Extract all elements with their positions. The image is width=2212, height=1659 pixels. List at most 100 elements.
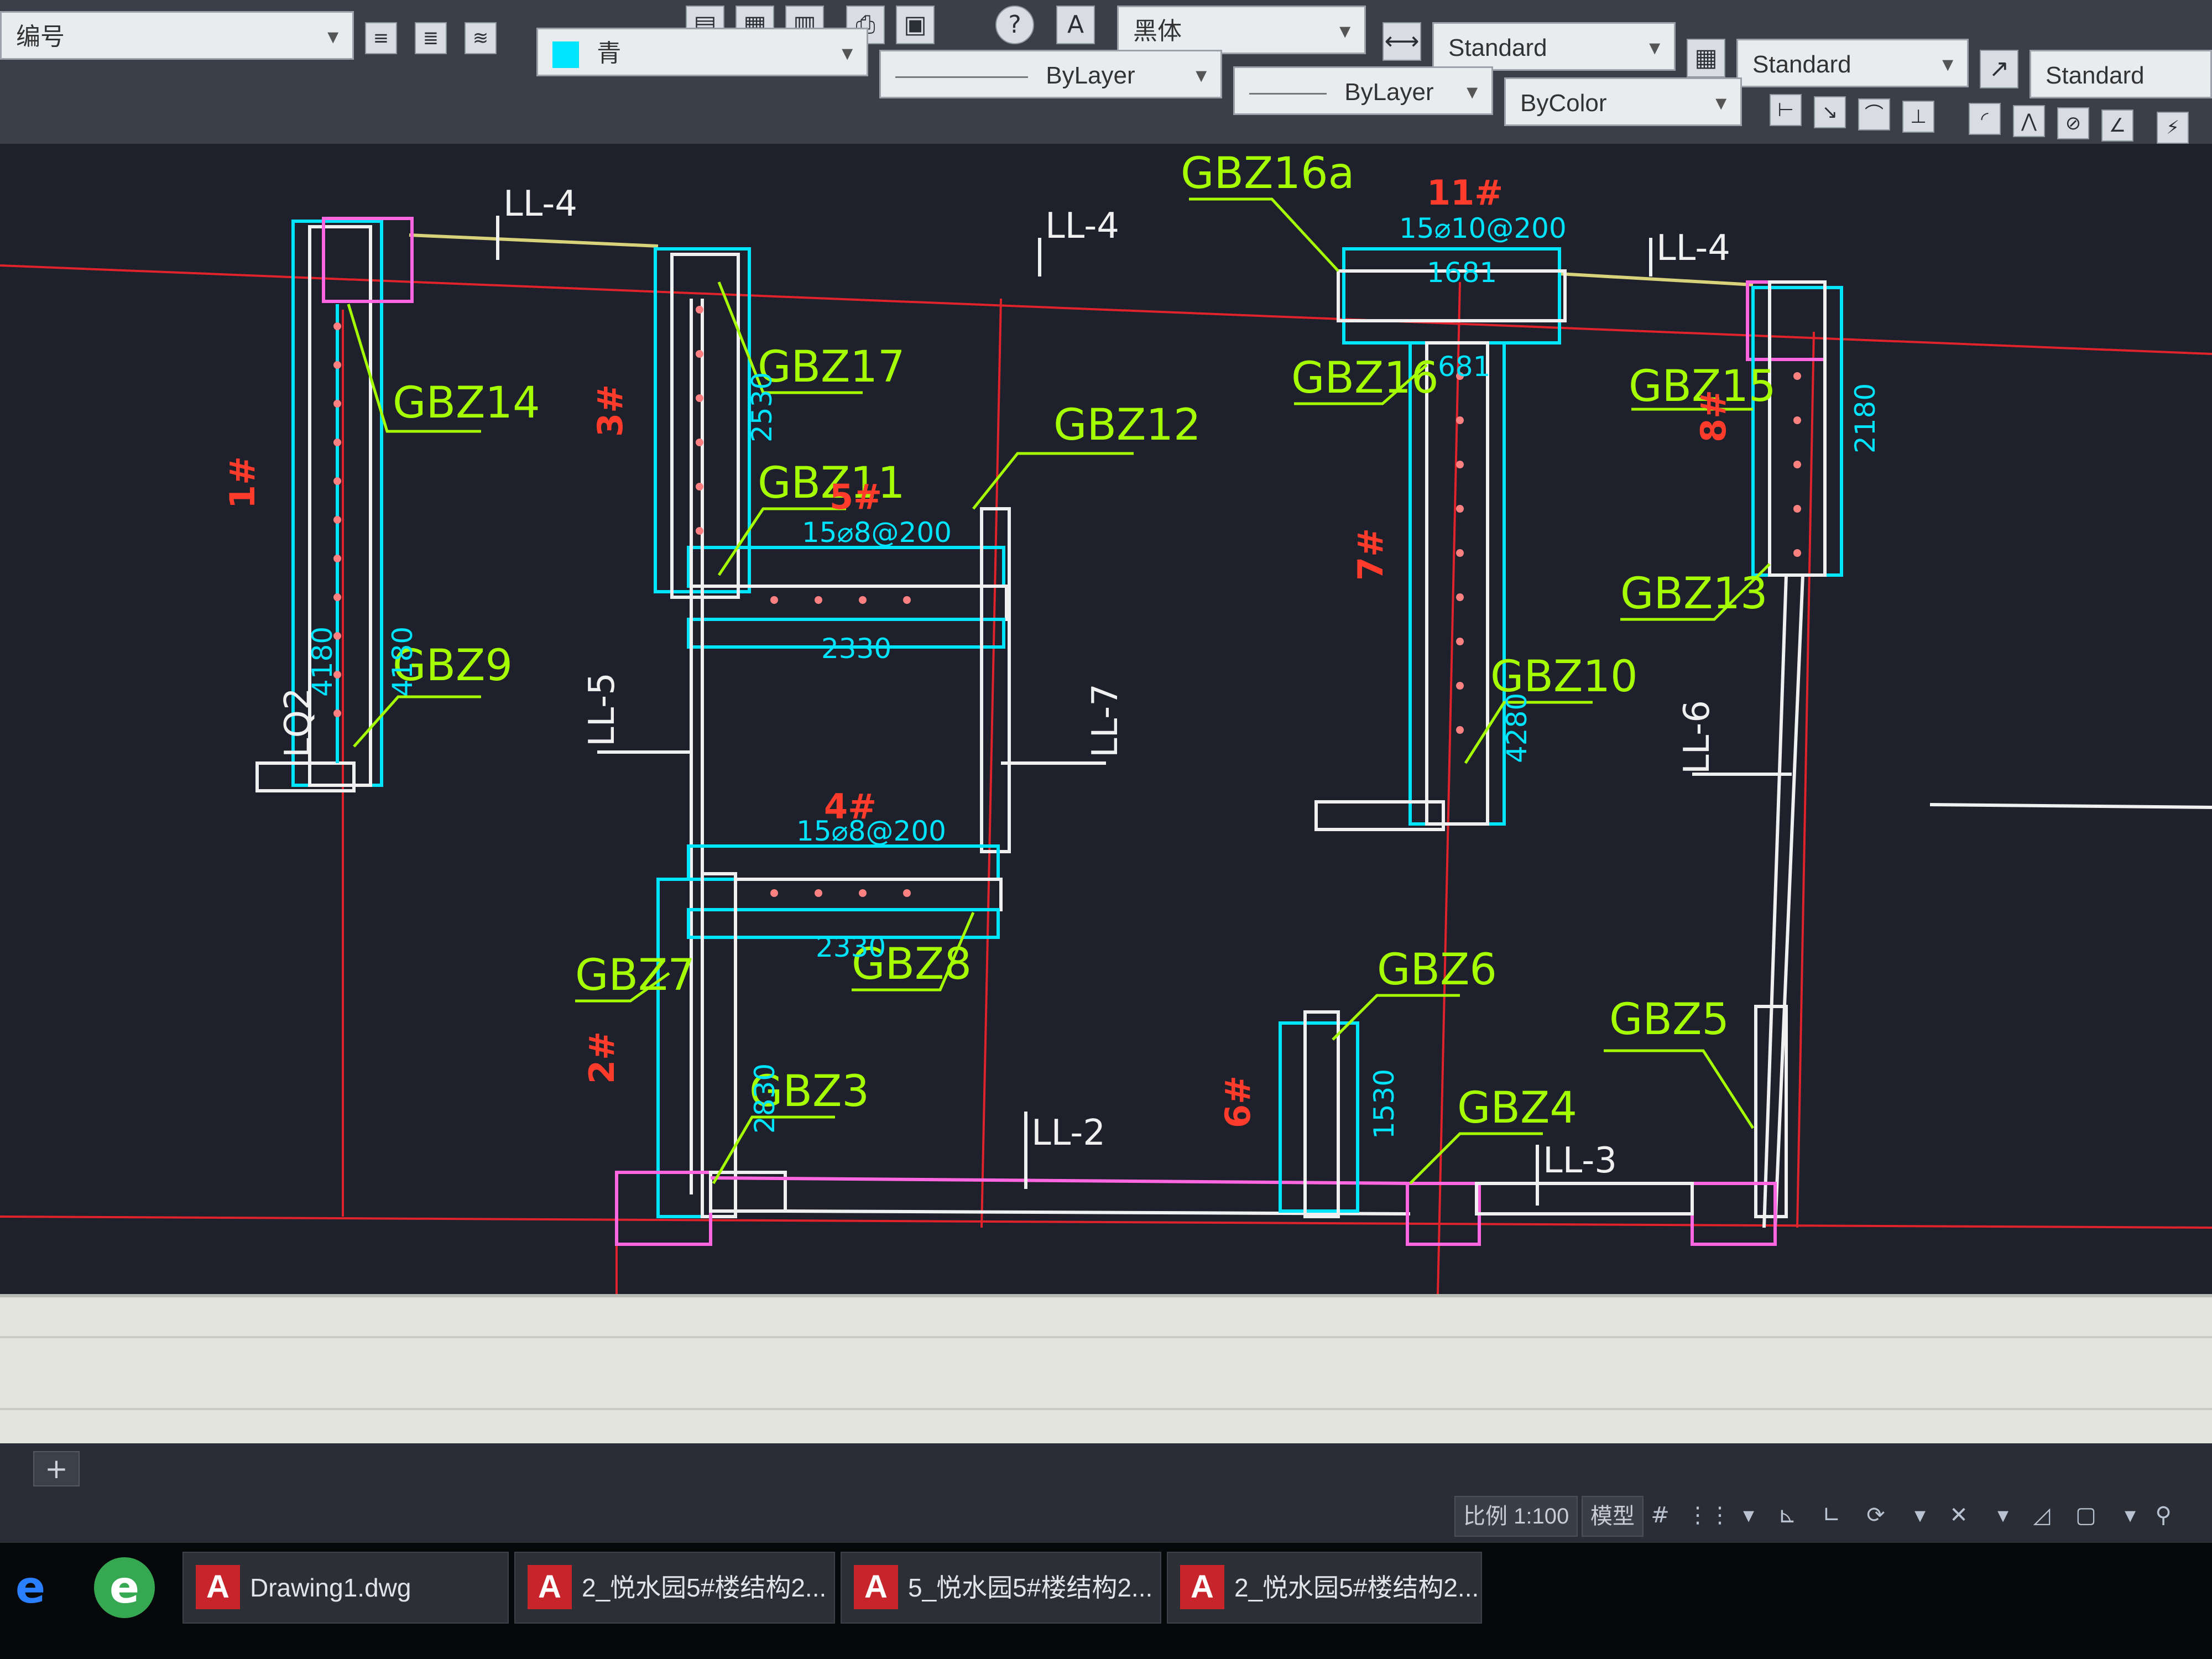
dim-quick-icon[interactable]: ⚡ xyxy=(2157,112,2189,144)
chevron-down-icon[interactable]: ▾ xyxy=(1985,1496,2021,1535)
wall-line xyxy=(1762,575,1788,1228)
grid-icon[interactable]: # xyxy=(1642,1496,1678,1535)
add-layout-tab-button[interactable]: + xyxy=(33,1451,80,1486)
dim-jogged-icon[interactable]: ⋀ xyxy=(2013,105,2045,137)
rebar-annotation: 2830 xyxy=(749,1063,781,1134)
rebar-annotation: 2530 xyxy=(746,372,778,442)
column-label: GBZ13 xyxy=(1620,569,1768,619)
ortho-icon[interactable]: ∟ xyxy=(1814,1496,1849,1535)
taskbar-window-button[interactable]: A 5_悦水园5#楼结构2... xyxy=(841,1552,1161,1624)
chevron-down-icon: ▼ xyxy=(1463,82,1481,103)
beam-label: LL-2 xyxy=(1031,1113,1105,1154)
column-box xyxy=(322,217,414,303)
font-select-value: 黑体 xyxy=(1133,18,1182,45)
browser-icon[interactable]: e xyxy=(94,1557,155,1618)
layer-isolate-icon[interactable]: ≣ xyxy=(415,22,447,54)
command-line-divider xyxy=(0,1408,2212,1410)
rebar-annotation: 2330 xyxy=(816,931,886,963)
font-select[interactable]: 黑体 ▼ xyxy=(1117,6,1366,54)
beam-label: LL-5 xyxy=(582,672,623,747)
color-select[interactable]: 青 ▼ xyxy=(536,28,868,76)
zone-number: 2# xyxy=(582,1031,622,1084)
dim-style-value: Standard xyxy=(1448,34,1547,61)
chevron-down-icon[interactable]: ▾ xyxy=(2112,1496,2148,1535)
isodraft-icon[interactable]: ✕ xyxy=(1941,1496,1976,1535)
beam-label: LL-4 xyxy=(1656,228,1730,269)
zone-number: 7# xyxy=(1350,528,1391,581)
wall-tag: LQ2 xyxy=(278,687,319,758)
osnap-icon[interactable]: ◿ xyxy=(2024,1496,2059,1535)
rebar-annotation: 15⌀8@200 xyxy=(802,517,952,549)
column-label: GBZ6 xyxy=(1377,945,1497,995)
cad-drawing[interactable]: .ax { stroke:#e0222a; stroke-width:4; fi… xyxy=(0,144,2212,1294)
help-icon[interactable]: ? xyxy=(995,6,1034,44)
layer-match-icon[interactable]: ≋ xyxy=(465,22,497,54)
toolbar-row-2: 编号 ▼ ≡ ≣ ≋ 青 ▼ ByLayer ▼ ByLayer ▼ ByCol… xyxy=(0,11,2212,144)
windows-taskbar: e e A Drawing1.dwg A 2_悦水园5#楼结构2... A 5_… xyxy=(0,1543,2212,1659)
zone-number: 5# xyxy=(830,477,882,517)
column-box xyxy=(1691,1182,1777,1246)
drawing-canvas[interactable]: .ax { stroke:#e0222a; stroke-width:4; fi… xyxy=(0,144,2212,1294)
taskbar-window-button[interactable]: A 2_悦水园5#楼结构2... xyxy=(1167,1552,1482,1624)
chevron-down-icon: ▼ xyxy=(838,43,857,64)
column-label: GBZ17 xyxy=(758,342,905,392)
wall-outline xyxy=(1751,286,1843,577)
dim-ordinate-icon[interactable]: ⊥ xyxy=(1902,101,1934,133)
dim-diameter-icon[interactable]: ⊘ xyxy=(2057,107,2089,139)
wall-outline xyxy=(701,872,737,1218)
dim-aligned-icon[interactable]: ↘ xyxy=(1814,96,1846,128)
zone-number: 3# xyxy=(590,384,630,437)
lineweight-select[interactable]: ByLayer ▼ xyxy=(1233,66,1493,115)
taskbar-window-button[interactable]: A 2_悦水园5#楼结构2... xyxy=(514,1552,835,1624)
layer-select-value: 编号 xyxy=(16,23,65,50)
command-line-area[interactable] xyxy=(0,1294,2212,1447)
chevron-down-icon[interactable]: ▾ xyxy=(1731,1496,1766,1535)
dim-style-select[interactable]: Standard ▼ xyxy=(1432,22,1676,71)
polar-icon[interactable]: ⟳ xyxy=(1858,1496,1893,1535)
autocad-icon: A xyxy=(854,1565,898,1609)
otrack-icon[interactable]: ▢ xyxy=(2068,1496,2104,1535)
dim-radius-icon[interactable]: ◜ xyxy=(1969,103,2001,135)
taskbar-window-button[interactable]: A Drawing1.dwg xyxy=(182,1552,509,1624)
layer-select[interactable]: 编号 ▼ xyxy=(0,11,354,60)
column-label: GBZ14 xyxy=(393,378,540,428)
infer-icon[interactable]: ⊾ xyxy=(1770,1496,1805,1535)
color-select-value: 青 xyxy=(597,40,622,67)
column-label: GBZ5 xyxy=(1609,995,1729,1045)
dim-arc-icon[interactable]: ⌒ xyxy=(1858,98,1890,131)
plotstyle-select[interactable]: ByColor ▼ xyxy=(1504,77,1742,126)
column-label: GBZ16 xyxy=(1291,353,1439,403)
rebar-dots xyxy=(333,306,1801,897)
model-space-button[interactable]: 模型 xyxy=(1582,1496,1644,1537)
window-title: Drawing1.dwg xyxy=(250,1573,411,1602)
rebar-annotation: 4180 xyxy=(387,627,419,697)
scale-indicator[interactable]: 比例 1:100 xyxy=(1454,1496,1578,1537)
ribbon-toolbar: ▤ ▦ ▥ ⎙ ▣ ? A 黑体 ▼ ⟷ Standard ▼ ▦ Standa… xyxy=(0,0,2212,146)
rebar-annotation: 15⌀8@200 xyxy=(796,815,946,847)
internet-explorer-icon[interactable]: e xyxy=(0,1557,61,1618)
linetype-select[interactable]: ByLayer ▼ xyxy=(879,50,1222,98)
dim-angular-icon[interactable]: ∠ xyxy=(2101,109,2133,142)
beam-label: LL-4 xyxy=(503,184,577,225)
linetype-preview xyxy=(895,76,1028,78)
window-title: 2_悦水园5#楼结构2... xyxy=(1234,1573,1479,1602)
zone-number: 11# xyxy=(1427,173,1503,213)
zone-number: 6# xyxy=(1218,1076,1258,1128)
dim-style-icon[interactable]: ⟷ xyxy=(1383,22,1421,61)
chevron-down-icon: ▼ xyxy=(1335,21,1354,42)
snap-icon[interactable]: ⋮⋮ xyxy=(1687,1496,1731,1535)
rebar-annotation: 4180 xyxy=(306,627,338,697)
rebar-annotation: 2330 xyxy=(821,633,891,665)
window-title: 5_悦水园5#楼结构2... xyxy=(908,1573,1153,1602)
rebar-annotation: 4280 xyxy=(1501,693,1533,763)
annotation-scale-icon[interactable]: ⚲ xyxy=(2146,1496,2181,1535)
chevron-down-icon[interactable]: ▾ xyxy=(1902,1496,1938,1535)
zone-number: 8# xyxy=(1693,390,1734,442)
column-box xyxy=(1406,1182,1481,1246)
layer-properties-icon[interactable]: ≡ xyxy=(365,22,397,54)
calculator-icon[interactable]: ▣ xyxy=(896,6,935,44)
dim-linear-icon[interactable]: ⊢ xyxy=(1770,94,1802,126)
text-style-icon[interactable]: A xyxy=(1056,6,1095,44)
plotstyle-select-value: ByColor xyxy=(1520,90,1607,117)
chevron-down-icon: ▼ xyxy=(324,27,342,48)
